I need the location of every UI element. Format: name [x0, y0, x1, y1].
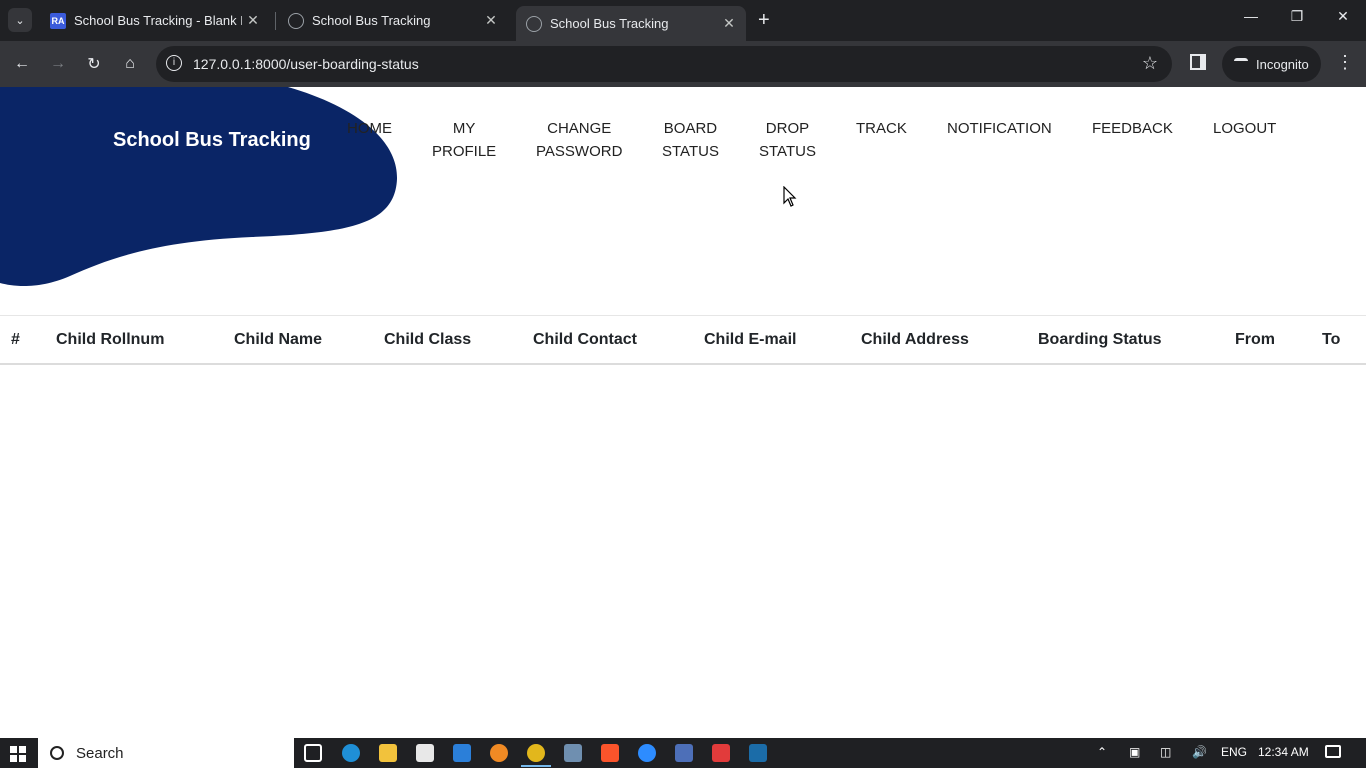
- meet-now-icon[interactable]: ▣: [1129, 745, 1140, 759]
- column-header-index: #: [11, 331, 20, 348]
- installer-app-icon[interactable]: [749, 744, 767, 762]
- chrome-icon[interactable]: [527, 744, 545, 762]
- reload-icon[interactable]: ↻: [81, 51, 107, 77]
- header-blob-path: [0, 87, 398, 287]
- forward-arrow-icon[interactable]: →: [45, 51, 71, 77]
- nav-notification[interactable]: NOTIFICATION: [947, 117, 1052, 140]
- taskbar-search-box[interactable]: Search: [38, 738, 294, 768]
- address-bar[interactable]: i 127.0.0.1:8000/user-boarding-status ☆: [156, 46, 1172, 82]
- tab-2[interactable]: School Bus Tracking ✕: [278, 6, 508, 35]
- nav-track[interactable]: TRACK: [856, 117, 907, 140]
- column-header-child-class: Child Class: [384, 331, 472, 348]
- tab-search-chevron-icon[interactable]: ⌄: [8, 8, 32, 32]
- globe-icon: [288, 12, 304, 29]
- tab-1[interactable]: RA School Bus Tracking - Blank Pa ✕: [40, 6, 270, 35]
- terminal-app-icon[interactable]: [675, 744, 693, 762]
- tray-overflow-chevron-icon[interactable]: ⌃: [1097, 745, 1107, 759]
- browser-tab-strip: ⌄ RA School Bus Tracking - Blank Pa ✕ Sc…: [0, 0, 1366, 41]
- column-header-child-name: Child Name: [234, 331, 323, 348]
- menu-kebab-icon[interactable]: ⋮: [1336, 52, 1354, 73]
- column-header-to: To: [1322, 331, 1341, 348]
- windows-taskbar: Search ⌃ ▣ ◫ 🔊 ENG 12:34 AM: [0, 738, 1366, 768]
- close-icon[interactable]: ✕: [480, 12, 502, 29]
- header-blob-shape: [0, 87, 398, 287]
- nav-board-status[interactable]: BOARD STATUS: [662, 117, 719, 163]
- side-panel-icon[interactable]: [1190, 54, 1206, 70]
- volume-icon[interactable]: 🔊: [1192, 745, 1207, 759]
- browser-toolbar: ← → ↻ ⌂ i 127.0.0.1:8000/user-boarding-s…: [0, 41, 1366, 87]
- notification-center-icon[interactable]: [1325, 745, 1341, 758]
- site-info-icon[interactable]: i: [166, 55, 182, 71]
- incognito-label: Incognito: [1256, 56, 1309, 72]
- new-tab-plus-icon[interactable]: +: [758, 9, 770, 31]
- tab-title: School Bus Tracking: [550, 16, 669, 31]
- taskbar-clock[interactable]: 12:34 AM: [1258, 745, 1309, 759]
- network-icon[interactable]: ◫: [1160, 745, 1171, 759]
- url-text[interactable]: 127.0.0.1:8000/user-boarding-status: [193, 56, 419, 72]
- tab-3-active[interactable]: School Bus Tracking ✕: [516, 6, 746, 41]
- mouse-cursor-icon: [783, 186, 797, 207]
- nav-feedback[interactable]: FEEDBACK: [1092, 117, 1173, 140]
- taskbar-search-label: Search: [76, 744, 124, 762]
- remote-desktop-icon[interactable]: [564, 744, 582, 762]
- brave-browser-icon[interactable]: [601, 744, 619, 762]
- search-app-icon[interactable]: [490, 744, 508, 762]
- page-viewport: School Bus Tracking HOME MY PROFILE CHAN…: [0, 87, 1366, 738]
- column-header-from: From: [1235, 331, 1275, 348]
- minimize-icon[interactable]: —: [1228, 8, 1274, 24]
- column-header-child-address: Child Address: [861, 331, 969, 348]
- search-icon: [50, 746, 64, 760]
- zoom-icon[interactable]: [638, 744, 656, 762]
- edge-browser-icon[interactable]: [342, 744, 360, 762]
- active-app-indicator: [521, 765, 551, 767]
- column-header-boarding-status: Boarding Status: [1038, 331, 1162, 348]
- nav-change-password[interactable]: CHANGE PASSWORD: [536, 117, 622, 163]
- nav-logout[interactable]: LOGOUT: [1213, 117, 1276, 140]
- task-view-icon[interactable]: [304, 744, 322, 762]
- tab-title: School Bus Tracking: [312, 13, 431, 28]
- boarding-status-table-header: # Child Rollnum Child Name Child Class C…: [0, 315, 1366, 365]
- nav-my-profile[interactable]: MY PROFILE: [432, 117, 496, 163]
- column-header-child-contact: Child Contact: [533, 331, 637, 348]
- incognito-badge[interactable]: Incognito: [1222, 46, 1321, 82]
- home-icon[interactable]: ⌂: [117, 51, 143, 77]
- window-close-icon[interactable]: ✕: [1320, 8, 1366, 25]
- recorder-app-icon[interactable]: [712, 744, 730, 762]
- nav-home[interactable]: HOME: [347, 117, 392, 140]
- column-header-child-email: Child E-mail: [704, 331, 797, 348]
- language-indicator[interactable]: ENG: [1221, 745, 1247, 759]
- restore-icon[interactable]: ❐: [1274, 8, 1320, 25]
- file-explorer-icon[interactable]: [379, 744, 397, 762]
- tab-title: School Bus Tracking - Blank Pa: [74, 13, 242, 28]
- nav-drop-status[interactable]: DROP STATUS: [759, 117, 816, 163]
- incognito-icon: [1234, 58, 1248, 70]
- ra-favicon-icon: RA: [50, 12, 66, 29]
- back-arrow-icon[interactable]: ←: [9, 51, 35, 77]
- site-brand-title[interactable]: School Bus Tracking: [113, 129, 311, 152]
- tab-separator: [275, 12, 276, 30]
- vscode-icon[interactable]: [453, 744, 471, 762]
- close-icon[interactable]: ✕: [242, 12, 264, 29]
- windows-start-icon[interactable]: [10, 746, 26, 762]
- bookmark-star-icon[interactable]: ☆: [1142, 53, 1158, 74]
- close-icon[interactable]: ✕: [718, 15, 740, 32]
- globe-icon: [526, 15, 542, 32]
- store-app-icon[interactable]: [416, 744, 434, 762]
- column-header-child-rollnum: Child Rollnum: [56, 331, 165, 348]
